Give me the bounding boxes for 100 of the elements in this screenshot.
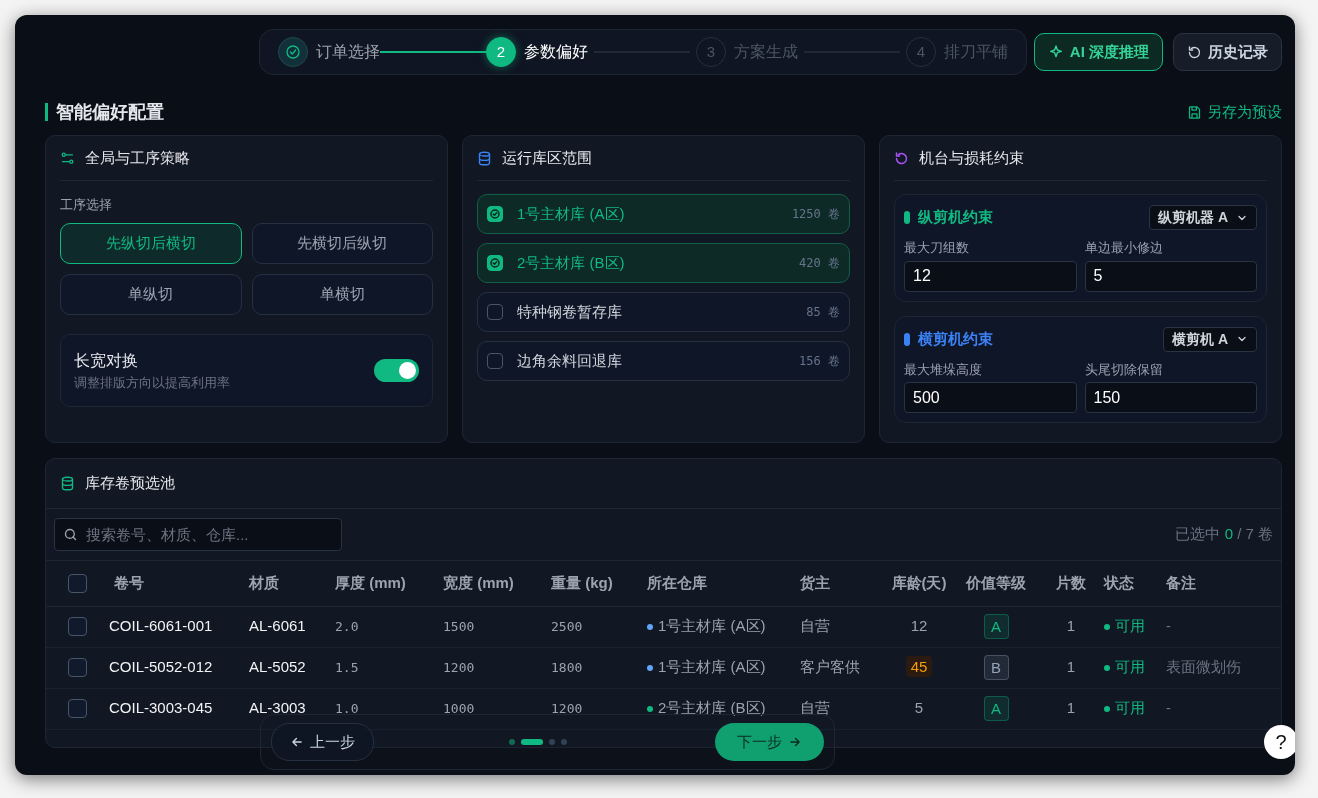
table-cell: 1800 — [551, 660, 583, 676]
table-cell: 1200 — [551, 701, 583, 717]
warehouse-option[interactable]: 特种钢卷暂存库 85 卷 — [477, 292, 850, 332]
table-cell: 1500 — [443, 619, 475, 635]
checkbox[interactable] — [67, 617, 87, 636]
machine-select[interactable]: 横剪机 A — [1163, 326, 1257, 352]
table-cell: 1.5 — [335, 660, 359, 676]
rotate-icon — [894, 150, 909, 166]
ai-button[interactable]: AI 深度推理 — [1033, 33, 1163, 71]
table-cell: 5 — [914, 699, 924, 717]
toggle-switch[interactable] — [374, 358, 419, 382]
option-description: 调整排版方向以提高利用率 — [74, 373, 230, 392]
table-cell: 12 — [910, 617, 928, 635]
previous-button[interactable]: 上一步 — [271, 723, 374, 761]
roll-count: 156 卷 — [799, 353, 840, 370]
age-badge: 45 — [905, 656, 933, 678]
field-label: 头尾切除保留 — [1084, 360, 1164, 379]
table-cell: 自营 — [800, 617, 830, 635]
table-cell: 1.0 — [335, 701, 359, 717]
column-header: 重量 (kg) — [550, 561, 646, 606]
step-label[interactable]: 参数偏好 — [523, 40, 588, 64]
table-cell: 1 — [1066, 617, 1076, 635]
process-option[interactable]: 单横切 — [251, 273, 433, 315]
grade-badge: B — [983, 655, 1009, 680]
table-cell: 1200 — [443, 660, 475, 676]
checkbox[interactable] — [487, 255, 503, 271]
warehouse-option[interactable]: 1号主材库 (A区) 1250 卷 — [477, 194, 850, 234]
save-icon — [1187, 104, 1202, 120]
search-icon — [63, 527, 78, 542]
process-option[interactable]: 先纵切后横切 — [60, 222, 242, 264]
field-label: 最大刀组数 — [904, 239, 970, 257]
grade-badge: A — [983, 696, 1009, 721]
table-cell: 自营 — [800, 699, 830, 717]
status-label: 可用 — [1115, 699, 1145, 717]
step-circle[interactable] — [277, 37, 308, 67]
group-title: 纵剪机约束 — [918, 207, 993, 228]
warehouse-option[interactable]: 2号主材库 (B区) 420 卷 — [477, 243, 850, 283]
table-cell: COIL-3003-045 — [109, 699, 213, 717]
column-header: 备注 — [1165, 561, 1281, 606]
column-header: 卷号 — [108, 561, 248, 606]
column-header: 厚度 (mm) — [334, 561, 442, 606]
table-cell: COIL-6061-001 — [109, 617, 213, 635]
page-dot[interactable] — [561, 739, 567, 745]
refresh-icon — [1187, 44, 1202, 60]
card-title: 机台与损耗约束 — [919, 147, 1024, 168]
check-circle-icon — [284, 44, 301, 60]
column-header: 价值等级 — [953, 561, 1039, 606]
table-cell: 1 — [1066, 658, 1076, 676]
next-button[interactable]: 下一步 — [715, 723, 824, 761]
history-button[interactable]: 历史记录 — [1173, 33, 1282, 71]
column-header: 库龄(天) — [885, 561, 953, 606]
checkbox[interactable] — [487, 304, 503, 320]
checkbox[interactable] — [67, 699, 87, 718]
database-icon — [60, 476, 75, 491]
section-title: 智能偏好配置 — [45, 103, 164, 121]
help-button[interactable]: ? — [1264, 725, 1295, 759]
field-label: 单边最小修边 — [1084, 239, 1164, 257]
machine-select[interactable]: 纵剪机器 A — [1149, 205, 1257, 230]
checkbox[interactable] — [487, 353, 503, 369]
column-header: 状态 — [1103, 561, 1165, 606]
save-preset-link[interactable]: 另存为预设 — [1187, 100, 1282, 124]
warehouse-name: 边角余料回退库 — [517, 350, 622, 371]
card-title: 运行库区范围 — [502, 147, 592, 168]
input-field[interactable]: 5 — [1084, 260, 1257, 292]
table-cell: 2500 — [551, 619, 583, 635]
option-title: 长宽对换 — [74, 350, 139, 371]
checkbox[interactable] — [67, 573, 87, 593]
search-field[interactable]: 搜索卷号、材质、仓库... — [54, 518, 342, 551]
page-dot[interactable] — [549, 739, 555, 745]
table-cell: AL-5052 — [249, 658, 306, 676]
table-cell: COIL-5052-012 — [109, 658, 213, 676]
checkbox[interactable] — [487, 206, 503, 222]
process-option[interactable]: 先横切后纵切 — [251, 222, 433, 264]
column-header: 材质 — [248, 561, 334, 606]
page-dot[interactable] — [509, 739, 515, 745]
input-field[interactable]: 150 — [1084, 382, 1257, 413]
column-header: 所在仓库 — [646, 561, 799, 606]
column-header: 货主 — [799, 561, 885, 606]
sparkle-icon — [1047, 44, 1064, 60]
field-label: 最大堆垛高度 — [904, 360, 983, 379]
table-cell: 1号主材库 (A区) — [658, 617, 766, 635]
warehouse-option[interactable]: 边角余料回退库 156 卷 — [477, 341, 850, 381]
status-label: 可用 — [1115, 617, 1145, 635]
roll-count: 420 卷 — [799, 255, 840, 272]
input-field[interactable]: 500 — [904, 382, 1077, 413]
process-option[interactable]: 单纵切 — [60, 273, 242, 315]
input-field[interactable]: 12 — [904, 260, 1077, 292]
check-circle-icon — [489, 208, 501, 220]
table-cell: 表面微划伤 — [1166, 658, 1241, 676]
column-header: 宽度 (mm) — [442, 561, 550, 606]
table-cell: - — [1166, 699, 1171, 717]
status-label: 可用 — [1115, 658, 1145, 676]
group-title: 横剪机约束 — [918, 328, 993, 349]
step-label[interactable]: 订单选择 — [315, 40, 380, 64]
table-cell: - — [1166, 617, 1171, 635]
card-title: 库存卷预选池 — [85, 473, 175, 494]
table-cell: 1000 — [443, 701, 475, 717]
field-label: 工序选择 — [60, 196, 113, 214]
checkbox[interactable] — [67, 658, 87, 677]
selection-count: 已选中 0 / 7 卷 — [1175, 524, 1273, 545]
